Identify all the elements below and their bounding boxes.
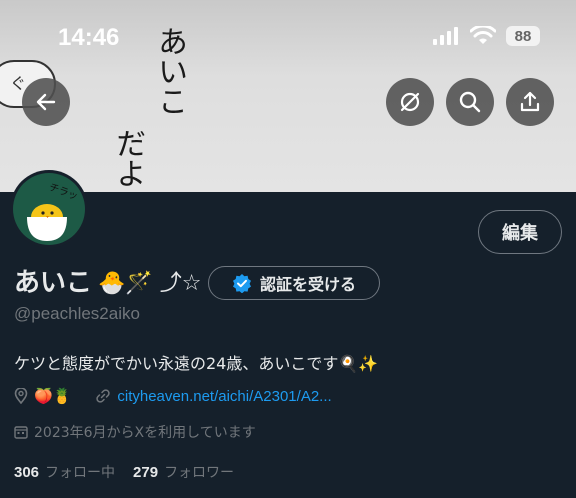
share-button[interactable] [506,78,554,126]
profile-bio: ケツと態度がでかい永遠の24歳、あいこです🍳✨ [14,354,379,373]
edit-profile-button[interactable]: 編集 [478,210,562,254]
signal-icon [433,27,458,45]
battery-icon: 88 [506,26,540,46]
following-count: 306 [14,463,40,481]
avatar[interactable]: チラッ [10,170,88,248]
search-button[interactable] [446,78,494,126]
get-verified-label: 認証を受ける [259,275,356,294]
chick-in-egg-icon [27,204,67,241]
followers-count: 279 [133,463,159,481]
follow-stats: 306 フォロー中 279 フォロワー [14,462,234,482]
battery-level: 88 [514,27,532,45]
share-icon [520,91,540,112]
banner-text-line-2: だよ [110,128,145,188]
name-emojis: 🐣🪄 ︎⤴︎☆ [98,270,202,296]
followers-link[interactable]: 279 フォロワー [133,462,234,482]
status-icons: 88 [432,26,540,46]
following-link[interactable]: 306 フォロー中 [14,462,115,482]
display-name: あいこ [14,268,93,298]
joined-date: 2023年6月からXを利用しています [34,425,256,441]
profile-meta-row: 🍑🍍 cityheaven.net/aichi/A2301/A2... [14,387,332,405]
get-verified-button[interactable]: 認証を受ける [208,266,380,300]
link-icon [96,389,111,403]
edit-profile-label: 編集 [502,223,538,244]
mute-button[interactable] [386,78,434,126]
profile-website-link[interactable]: cityheaven.net/aichi/A2301/A2... [117,388,331,405]
back-arrow-icon [36,93,56,111]
avatar-image: チラッ [13,173,85,245]
profile-location: 🍑🍍 [34,387,72,405]
mute-circle-icon [400,92,420,112]
status-time: 14:46 [58,24,120,51]
calendar-icon [14,426,28,439]
name-row: あいこ 🐣🪄 ︎⤴︎☆ [14,262,202,299]
joined-date-row: 2023年6月からXを利用しています [14,422,256,442]
search-icon [459,91,481,113]
following-label: フォロー中 [45,465,116,481]
user-handle: @peachles2aiko [14,304,140,323]
status-bar: 14:46 88 [0,0,576,70]
location-pin-icon [14,388,28,404]
back-button[interactable] [22,78,70,126]
wifi-icon [470,26,496,44]
followers-label: フォロワー [164,465,235,481]
verified-badge-icon [232,274,251,293]
